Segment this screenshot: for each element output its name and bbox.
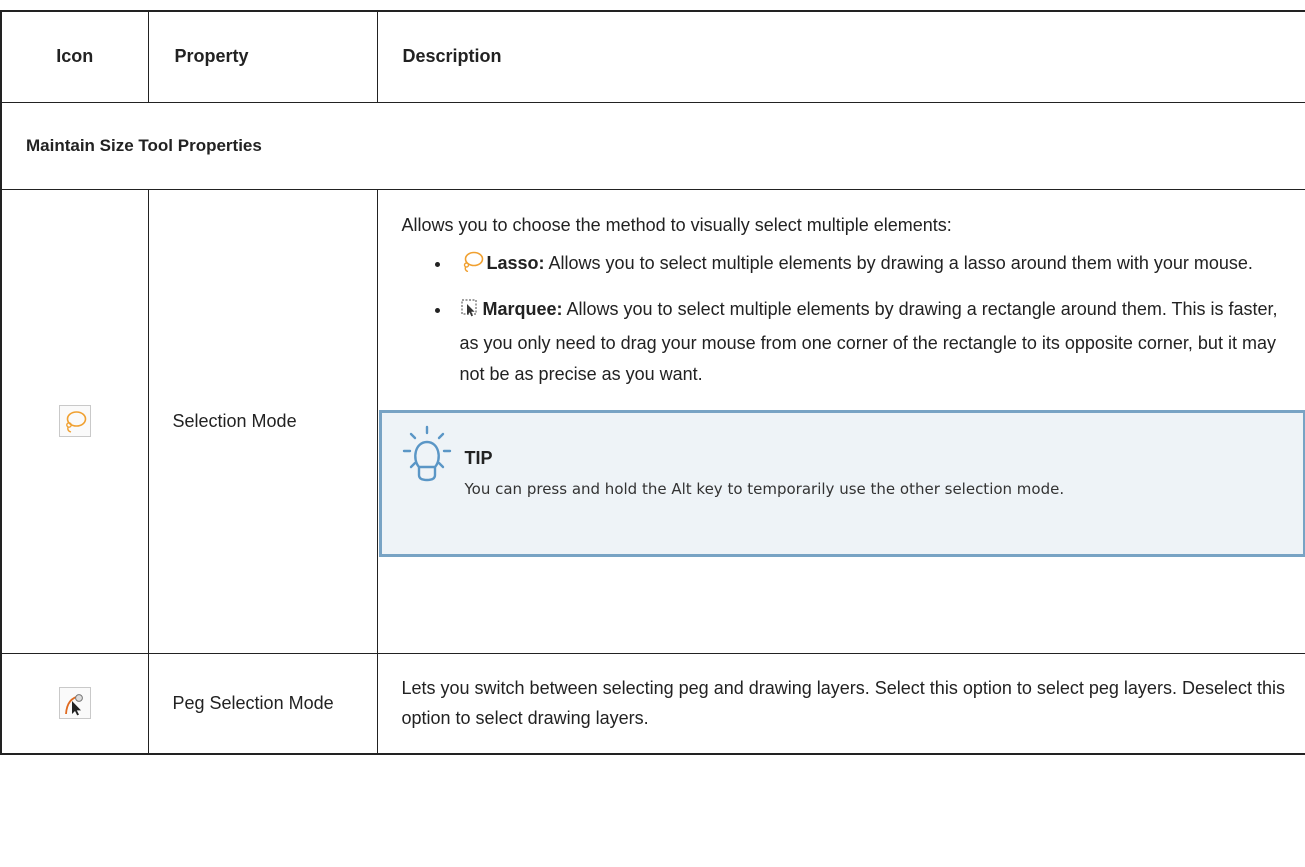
- property-name: Peg Selection Mode: [147, 652, 378, 755]
- table-row: Selection Mode Allows you to choose the …: [0, 188, 1305, 654]
- list-item-marquee: Marquee: Allows you to select multiple e…: [452, 294, 1284, 390]
- section-row: Maintain Size Tool Properties: [0, 101, 1305, 190]
- lasso-icon: [460, 250, 484, 282]
- properties-table: Icon Property Description Maintain Size …: [0, 10, 1305, 755]
- list-item-lasso: Lasso: Allows you to select multiple ele…: [452, 248, 1284, 282]
- icon-cell: [0, 652, 149, 755]
- section-title: Maintain Size Tool Properties: [0, 101, 1305, 190]
- mode-list: Lasso: Allows you to select multiple ele…: [402, 248, 1284, 390]
- header-property: Property: [147, 10, 378, 103]
- property-name: Selection Mode: [147, 188, 378, 654]
- tip-title: TIP: [464, 447, 493, 468]
- table-header-row: Icon Property Description: [0, 10, 1305, 103]
- lasso-term: Lasso:: [486, 252, 545, 273]
- marquee-text: Allows you to select multiple elements b…: [459, 298, 1278, 384]
- header-icon: Icon: [0, 10, 149, 103]
- header-description: Description: [376, 10, 1305, 103]
- tip-box: TIP You can press and hold the Alt key t…: [378, 409, 1305, 557]
- description-intro: Allows you to choose the method to visua…: [401, 214, 952, 235]
- description-cell: Allows you to choose the method to visua…: [376, 188, 1305, 654]
- marquee-icon: [460, 297, 480, 328]
- peg-selection-icon: [58, 687, 91, 720]
- table-row: Peg Selection Mode Lets you switch betwe…: [0, 652, 1305, 755]
- lightbulb-icon: [402, 425, 452, 495]
- lasso-icon: [58, 405, 91, 437]
- icon-cell: [0, 188, 149, 654]
- description-cell: Lets you switch between selecting peg an…: [376, 652, 1305, 755]
- lasso-text: Allows you to select multiple elements b…: [544, 252, 1253, 273]
- marquee-term: Marquee:: [482, 298, 563, 319]
- tip-text: You can press and hold the Alt key to te…: [464, 479, 1065, 498]
